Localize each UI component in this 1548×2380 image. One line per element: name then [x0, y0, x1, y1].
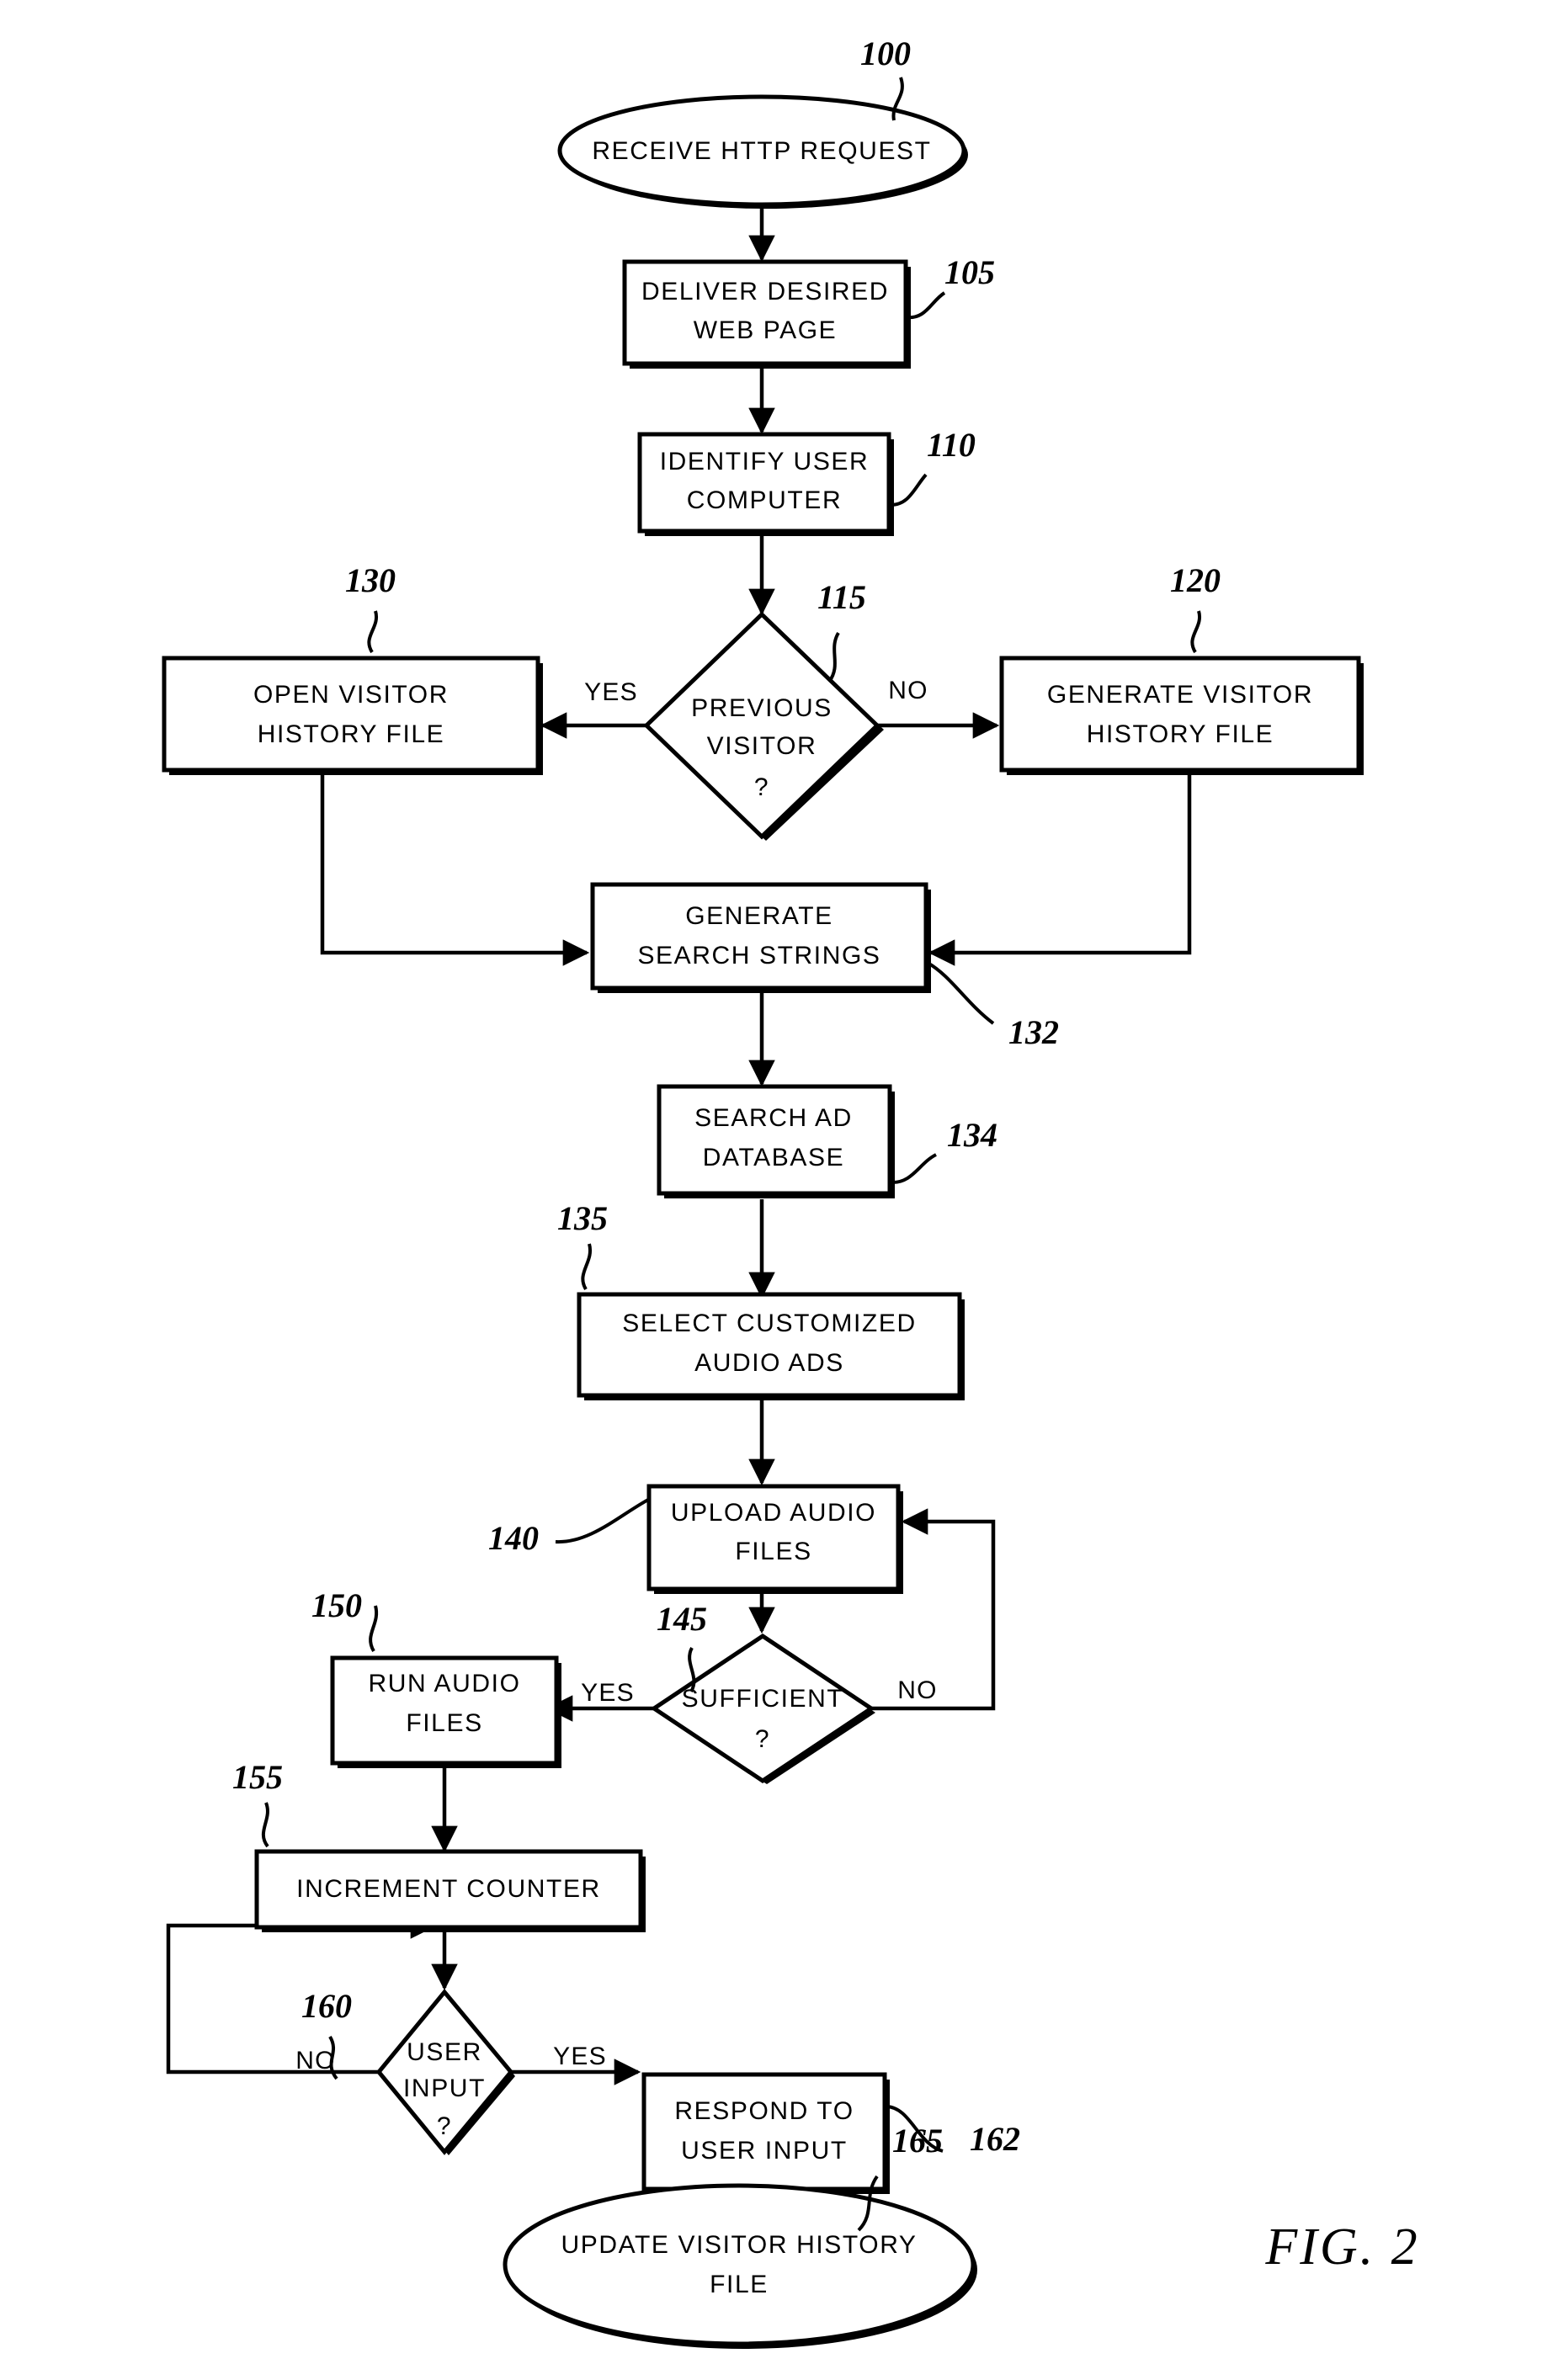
node-select-customized-audio-ads[interactable]: SELECT CUSTOMIZED AUDIO ADS [577, 1292, 965, 1400]
node-130-line2: HISTORY FILE [258, 720, 445, 748]
node-130-line1: OPEN VISITOR [253, 681, 449, 709]
ref-number-134: 134 [947, 1116, 997, 1154]
ref-leader-130: 130 [345, 561, 396, 654]
ref-leader-150: 150 [311, 1586, 379, 1653]
node-115-line3: ? [754, 773, 769, 801]
ref-number-115: 115 [817, 578, 866, 616]
node-162-line2: USER INPUT [681, 2137, 848, 2165]
node-134-line1: SEARCH AD [694, 1104, 853, 1132]
node-135-line2: AUDIO ADS [694, 1349, 844, 1377]
node-generate-visitor-history-file[interactable]: GENERATE VISITOR HISTORY FILE [999, 656, 1364, 775]
ref-leader-120: 120 [1170, 561, 1221, 654]
node-145-line1: SUFFICIENT [682, 1685, 844, 1713]
node-increment-counter[interactable]: INCREMENT COUNTER [254, 1849, 646, 1932]
ref-leader-155: 155 [232, 1758, 283, 1848]
ref-number-135: 135 [557, 1199, 608, 1237]
node-115-line2: VISITOR [707, 732, 817, 760]
node-140-line2: FILES [735, 1538, 811, 1565]
node-135-line1: SELECT CUSTOMIZED [622, 1310, 916, 1337]
node-respond-to-user-input[interactable]: RESPOND TO USER INPUT [641, 2072, 890, 2194]
node-165-line1: UPDATE VISITOR HISTORY [561, 2231, 917, 2259]
ref-leader-134: 134 [891, 1116, 997, 1185]
flowchart-canvas: RECEIVE HTTP REQUEST 100 DELIVER DESIRED… [162, 35, 1419, 2349]
ref-number-165: 165 [892, 2122, 943, 2160]
node-145-line2: ? [755, 1725, 770, 1753]
figure-caption: FIG. 2 [1264, 2218, 1419, 2276]
branch-label-145-yes: YES [581, 1679, 635, 1707]
branch-label-115-yes: YES [584, 678, 638, 706]
node-sufficient-decision[interactable]: SUFFICIENT ? [650, 1633, 875, 1784]
node-155-line1: INCREMENT COUNTER [296, 1875, 601, 1903]
ref-leader-110: 110 [890, 426, 976, 507]
branch-label-160-yes: YES [553, 2043, 607, 2070]
branch-label-115-no: NO [888, 677, 928, 704]
node-110-line1: IDENTIFY USER [660, 448, 870, 475]
node-generate-search-strings[interactable]: GENERATE SEARCH STRINGS [590, 882, 931, 993]
node-user-input-decision[interactable]: USER INPUT ? [375, 1989, 515, 2155]
ref-number-155: 155 [232, 1758, 283, 1796]
branch-label-160-no: NO [295, 2047, 335, 2075]
node-run-audio-files[interactable]: RUN AUDIO FILES [330, 1655, 561, 1768]
node-165-line2: FILE [710, 2271, 769, 2298]
node-140-line1: UPLOAD AUDIO [671, 1499, 876, 1527]
patent-figure-page: RECEIVE HTTP REQUEST 100 DELIVER DESIRED… [0, 0, 1548, 2380]
node-open-visitor-history-file[interactable]: OPEN VISITOR HISTORY FILE [162, 656, 543, 775]
ref-number-160: 160 [301, 1987, 352, 2025]
node-150-line1: RUN AUDIO [368, 1670, 520, 1697]
node-update-visitor-history-file[interactable]: UPDATE VISITOR HISTORY FILE [503, 2183, 977, 2349]
ref-leader-115: 115 [817, 578, 866, 683]
node-identify-user-computer[interactable]: IDENTIFY USER COMPUTER [637, 432, 894, 536]
node-previous-visitor-decision[interactable]: PREVIOUS VISITOR ? [643, 611, 884, 841]
node-110-line2: COMPUTER [687, 486, 842, 514]
node-160-line1: USER [407, 2038, 482, 2066]
node-132-line1: GENERATE [685, 902, 833, 930]
ref-number-130: 130 [345, 561, 396, 599]
node-162-line1: RESPOND TO [674, 2097, 854, 2125]
node-upload-audio-files[interactable]: UPLOAD AUDIO FILES [646, 1484, 903, 1594]
ref-number-110: 110 [927, 426, 976, 464]
node-search-ad-database[interactable]: SEARCH AD DATABASE [657, 1084, 895, 1198]
ref-number-100: 100 [860, 35, 911, 72]
ref-number-145: 145 [657, 1600, 707, 1638]
node-120-line2: HISTORY FILE [1087, 720, 1274, 748]
node-115-line1: PREVIOUS [691, 694, 833, 722]
ref-leader-132: 132 [927, 961, 1059, 1051]
ref-leader-135: 135 [557, 1199, 608, 1291]
ref-number-120: 120 [1170, 561, 1221, 599]
node-134-line2: DATABASE [703, 1144, 844, 1171]
node-160-line2: INPUT [403, 2075, 486, 2102]
node-132-line2: SEARCH STRINGS [637, 942, 880, 970]
node-105-line2: WEB PAGE [694, 316, 838, 344]
ref-number-105: 105 [944, 253, 995, 291]
node-120-line1: GENERATE VISITOR [1047, 681, 1313, 709]
node-deliver-desired-web-page[interactable]: DELIVER DESIRED WEB PAGE [622, 259, 911, 369]
ref-number-150: 150 [311, 1586, 362, 1624]
ref-number-162: 162 [970, 2120, 1020, 2158]
node-receive-http-request[interactable]: RECEIVE HTTP REQUEST [557, 94, 968, 209]
ref-leader-105: 105 [905, 253, 995, 320]
ref-number-132: 132 [1008, 1013, 1059, 1051]
ref-leader-140: 140 [488, 1498, 649, 1557]
node-150-line2: FILES [406, 1709, 482, 1737]
node-105-line1: DELIVER DESIRED [641, 278, 889, 305]
node-100-label: RECEIVE HTTP REQUEST [592, 137, 931, 165]
branch-label-145-no: NO [897, 1676, 937, 1704]
ref-number-140: 140 [488, 1519, 539, 1557]
edge-120-132 [928, 775, 1192, 966]
node-160-line3: ? [437, 2112, 452, 2140]
edge-130-132 [320, 775, 590, 966]
